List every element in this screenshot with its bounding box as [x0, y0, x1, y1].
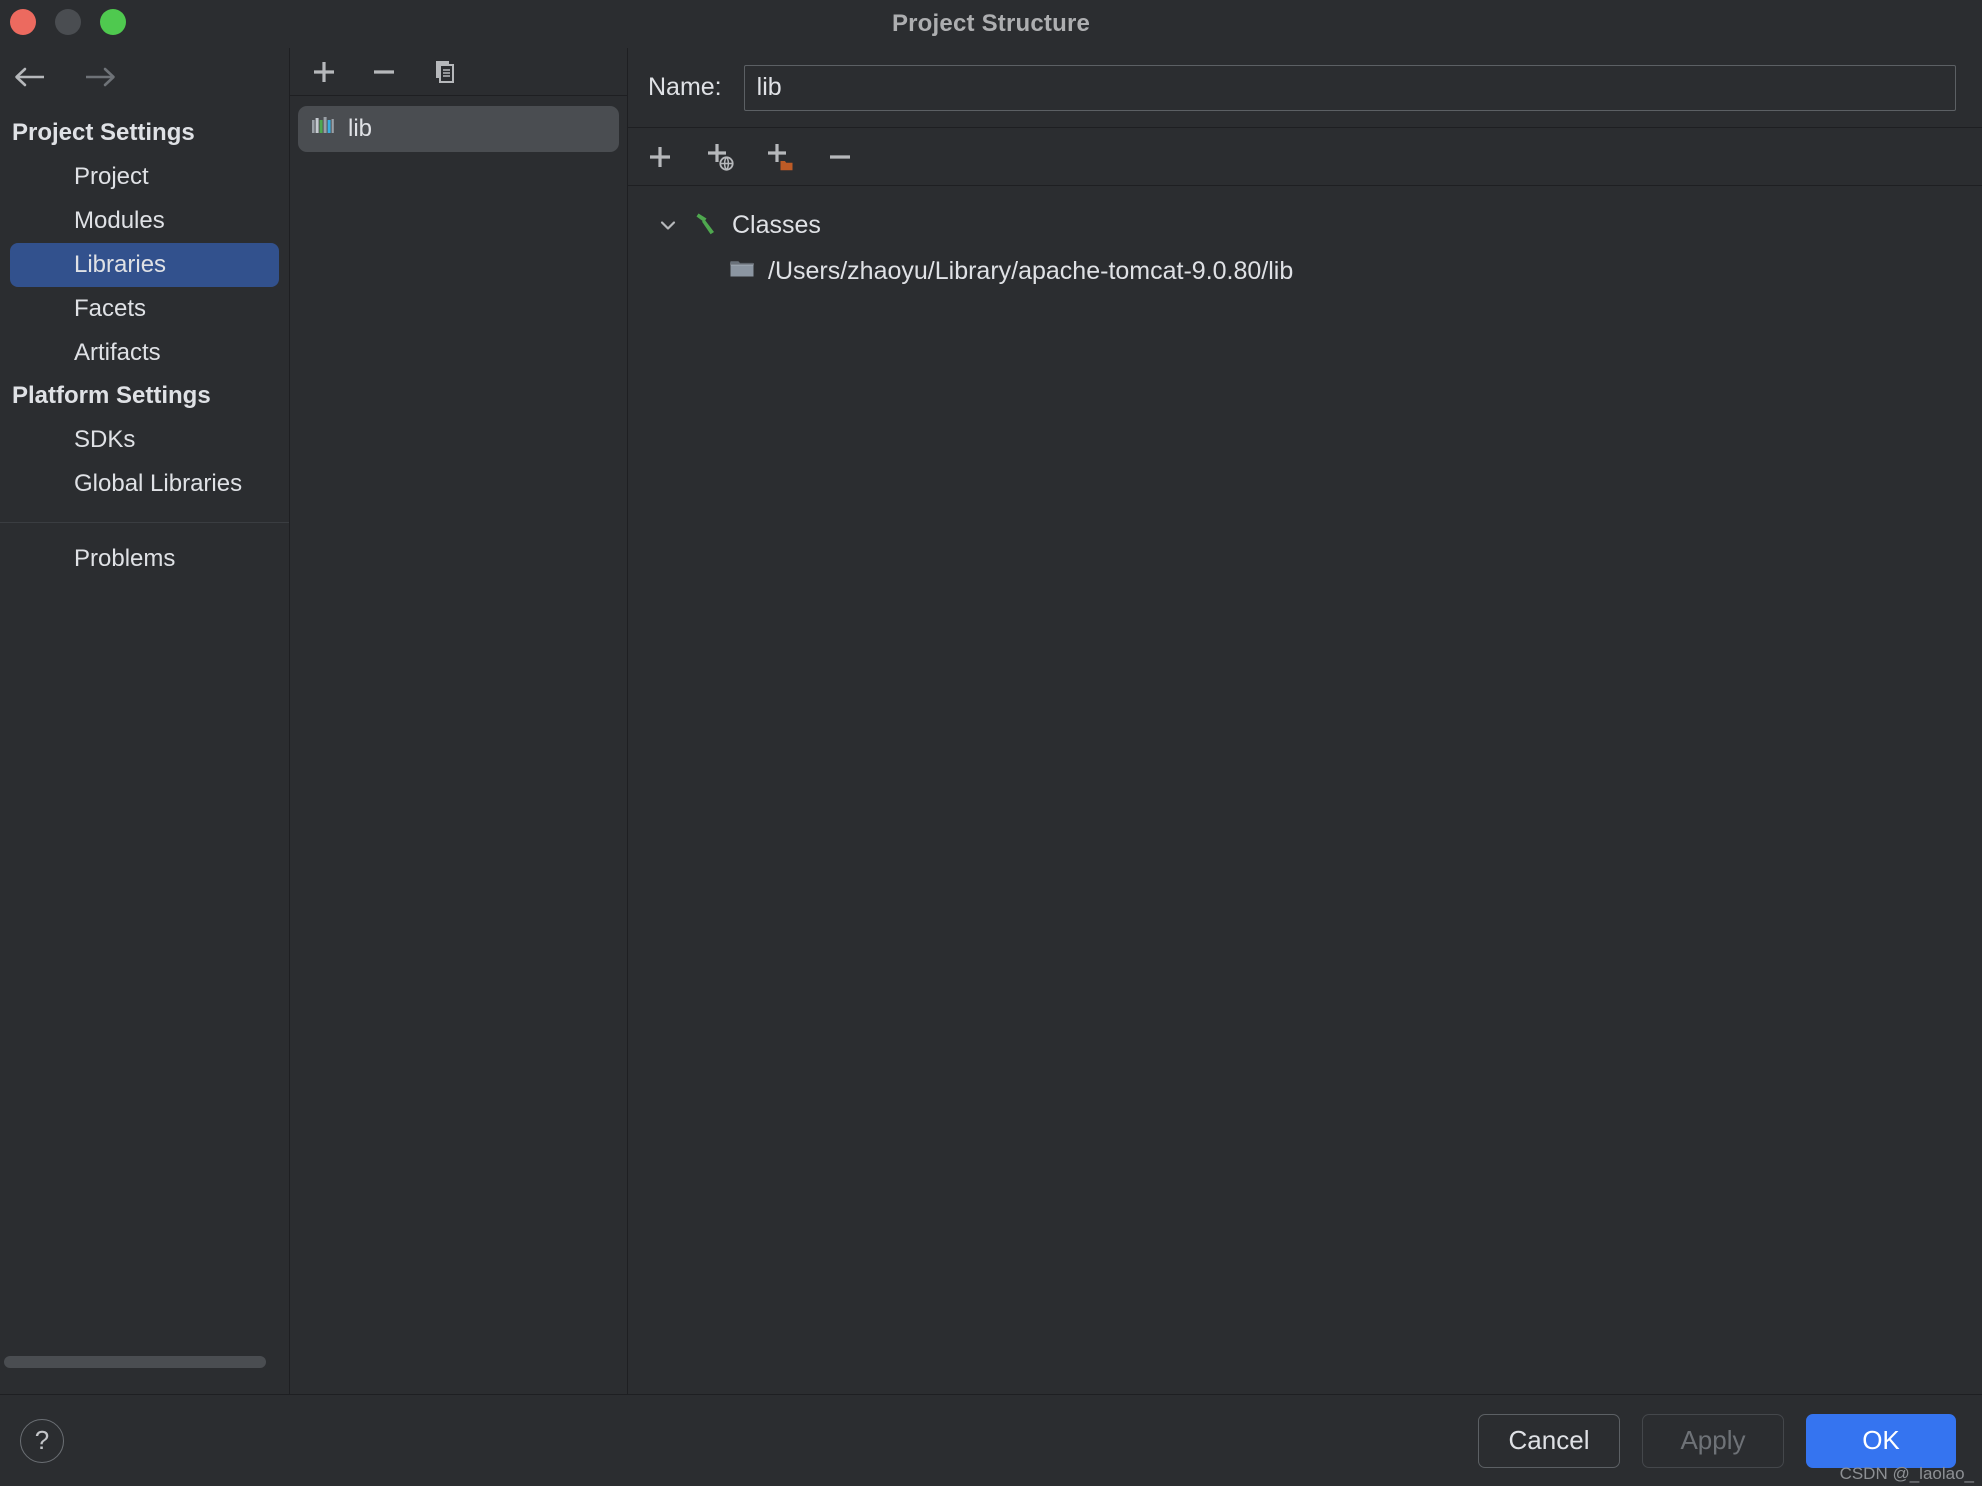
- forward-arrow-icon[interactable]: [82, 60, 116, 94]
- sidebar-item-project[interactable]: Project: [10, 155, 279, 199]
- sidebar-problems-group: Problems: [0, 523, 289, 581]
- library-icon: [310, 113, 336, 146]
- tree-node-root-path[interactable]: /Users/zhaoyu/Library/apache-tomcat-9.0.…: [628, 248, 1982, 294]
- dialog-body: Project Settings Project Modules Librari…: [0, 48, 1982, 1394]
- sidebar-nav-list: Project Settings Project Modules Librari…: [0, 106, 289, 581]
- library-roots-tree: Classes /Users/zhaoyu/Library/apache-tom…: [628, 186, 1982, 1394]
- remove-root-button[interactable]: [822, 139, 858, 175]
- back-arrow-icon[interactable]: [14, 60, 48, 94]
- sidebar-item-sdks[interactable]: SDKs: [10, 418, 279, 462]
- add-root-button[interactable]: [642, 139, 678, 175]
- remove-library-button[interactable]: [366, 54, 402, 90]
- dialog-footer: ? Cancel Apply OK CSDN @_laolao_: [0, 1394, 1982, 1486]
- add-library-button[interactable]: [306, 54, 342, 90]
- ok-button[interactable]: OK: [1806, 1413, 1956, 1468]
- apply-button[interactable]: Apply: [1642, 1413, 1784, 1468]
- add-directory-root-button[interactable]: [762, 139, 798, 175]
- sidebar-item-libraries[interactable]: Libraries: [10, 242, 279, 287]
- copy-library-button[interactable]: [426, 54, 462, 90]
- roots-toolbar: [628, 128, 1982, 186]
- libraries-list-panel: lib: [290, 48, 628, 1394]
- page-title: Project Structure: [891, 10, 1091, 37]
- add-maven-root-button[interactable]: [702, 139, 738, 175]
- sidebar-group-project-settings: Project Settings: [12, 119, 195, 146]
- hammer-icon: [692, 208, 720, 243]
- libraries-toolbar: [290, 48, 627, 96]
- help-icon[interactable]: ?: [20, 1418, 64, 1463]
- sidebar-nav-arrows: [0, 48, 289, 106]
- sidebar: Project Settings Project Modules Librari…: [0, 48, 290, 1394]
- name-label: Name:: [648, 73, 722, 101]
- title-bar: Project Structure: [0, 0, 1982, 48]
- watermark: CSDN @_laolao_: [1839, 1464, 1974, 1483]
- archive-folder-icon: [728, 254, 756, 289]
- tree-node-label: Classes: [732, 210, 821, 239]
- project-structure-dialog: Project Structure Project Settings Proje…: [0, 0, 1982, 1486]
- footer-buttons: Cancel Apply OK: [1478, 1413, 1956, 1468]
- tree-node-classes[interactable]: Classes: [628, 202, 1982, 248]
- close-button[interactable]: [10, 9, 36, 35]
- minimize-button[interactable]: [55, 9, 81, 35]
- sidebar-item-problems[interactable]: Problems: [10, 537, 279, 581]
- name-row: Name:: [628, 48, 1982, 128]
- list-item[interactable]: lib: [298, 106, 619, 152]
- sidebar-group-platform-settings: Platform Settings: [12, 381, 211, 409]
- sidebar-item-artifacts[interactable]: Artifacts: [10, 331, 279, 375]
- sidebar-item-facets[interactable]: Facets: [10, 287, 279, 331]
- sidebar-horizontal-scrollbar[interactable]: [4, 1356, 266, 1368]
- chevron-down-icon[interactable]: [656, 214, 680, 236]
- tree-node-label: /Users/zhaoyu/Library/apache-tomcat-9.0.…: [768, 256, 1294, 285]
- libraries-list: lib: [290, 96, 627, 152]
- name-input[interactable]: [743, 64, 1956, 111]
- cancel-button[interactable]: Cancel: [1478, 1413, 1620, 1468]
- sidebar-item-global-libraries[interactable]: Global Libraries: [10, 462, 279, 506]
- window-controls: [10, 9, 126, 35]
- library-detail-panel: Name: lib Classes /Users/zhaoyu/Library/…: [628, 48, 1982, 1394]
- zoom-button[interactable]: [100, 9, 126, 35]
- sidebar-item-modules[interactable]: Modules: [10, 199, 279, 243]
- list-item-label: lib: [348, 115, 373, 142]
